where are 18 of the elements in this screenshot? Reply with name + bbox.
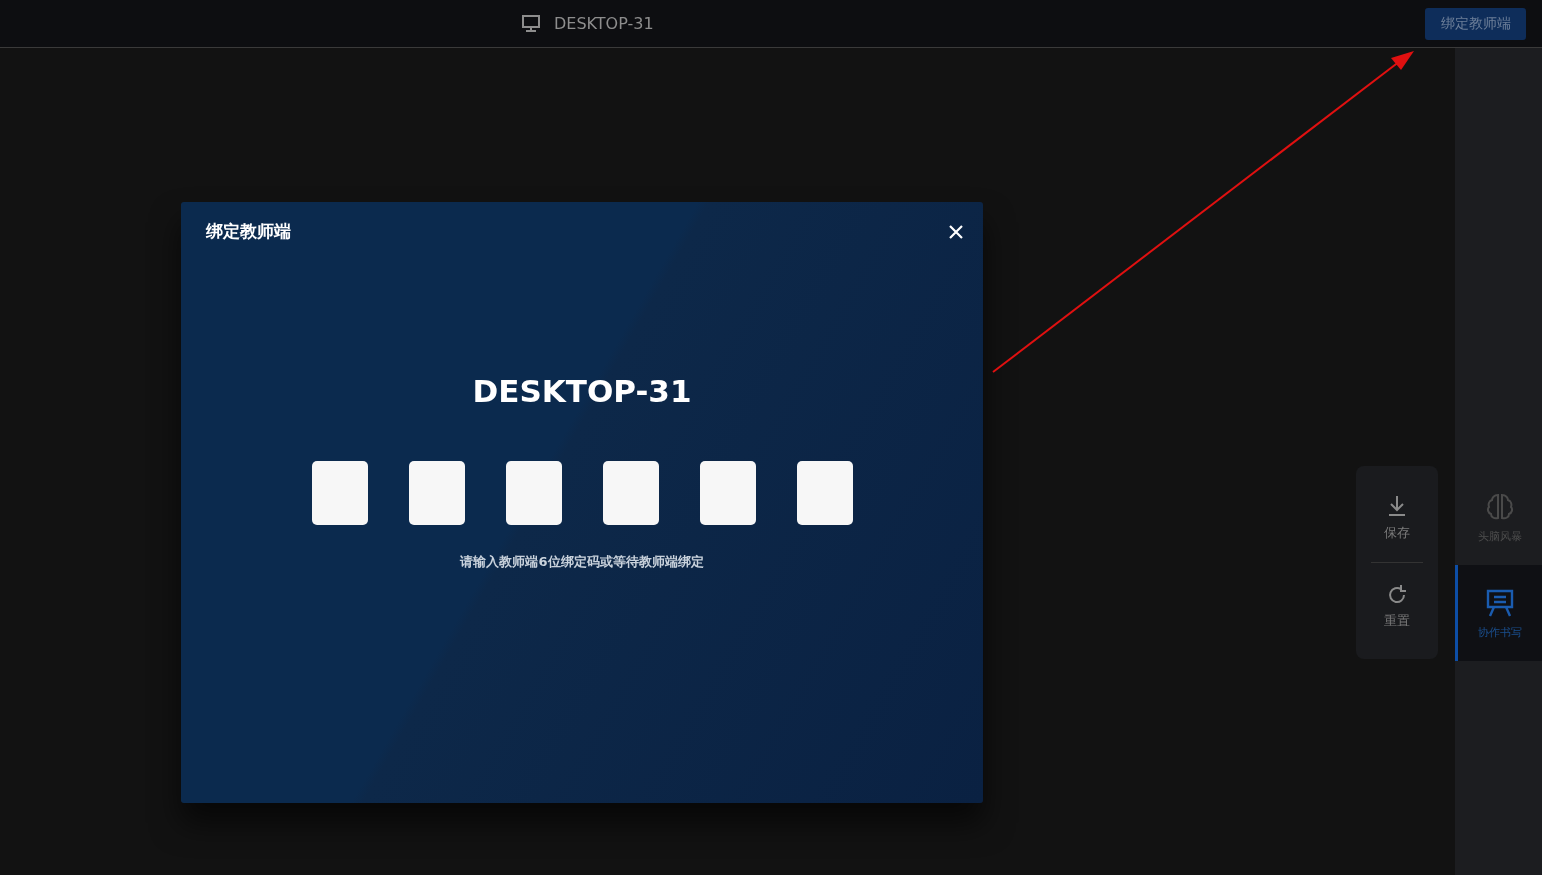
save-button[interactable]: 保存 bbox=[1356, 474, 1438, 562]
bind-teacher-button[interactable]: 绑定教师端 bbox=[1425, 7, 1526, 40]
code-input-field[interactable] bbox=[602, 461, 659, 525]
reset-button[interactable]: 重置 bbox=[1356, 563, 1438, 651]
monitor-icon bbox=[522, 15, 540, 32]
refresh-icon bbox=[1386, 584, 1408, 606]
code-input-field[interactable] bbox=[796, 461, 853, 525]
code-input-field[interactable] bbox=[311, 461, 368, 525]
code-input-field[interactable] bbox=[699, 461, 756, 525]
code-input-field[interactable] bbox=[505, 461, 562, 525]
download-icon bbox=[1386, 494, 1408, 518]
device-name: DESKTOP-31 bbox=[472, 373, 692, 409]
hint-text: 请输入教师端6位绑定码或等待教师端绑定 bbox=[460, 553, 704, 571]
sidebar-item[interactable]: 协作书写 bbox=[1455, 565, 1542, 661]
close-icon[interactable] bbox=[949, 224, 963, 239]
code-input-field[interactable] bbox=[408, 461, 465, 525]
device-name: DESKTOP-31 bbox=[554, 14, 654, 33]
dialog-title: 绑定教师端 bbox=[206, 220, 291, 243]
